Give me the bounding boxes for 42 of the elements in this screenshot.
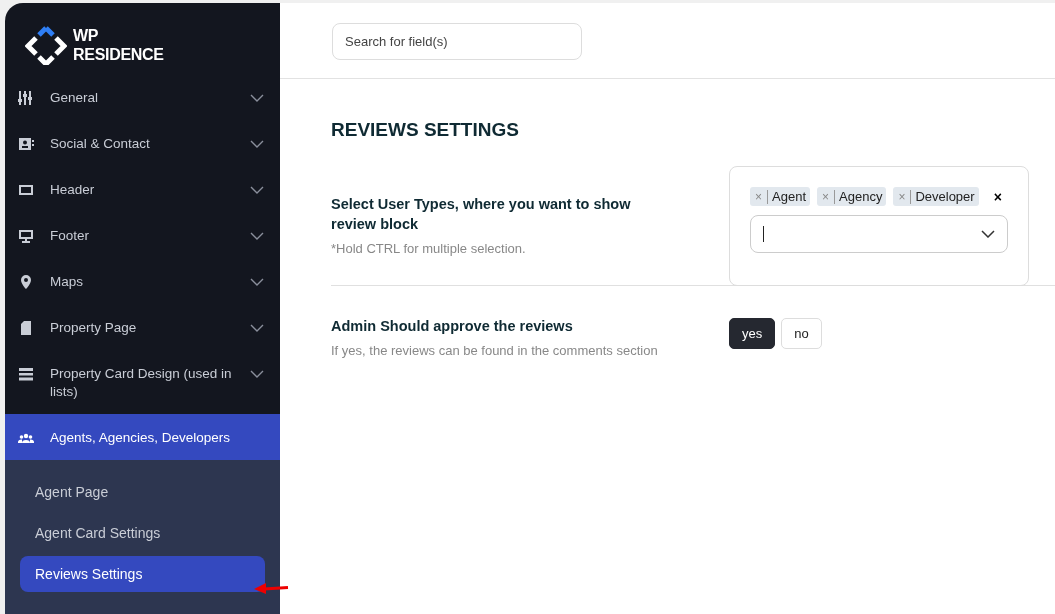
tag-chip: × Agent [750, 187, 810, 206]
setting-label: Admin Should approve the reviews [331, 317, 574, 336]
chevron-down-icon [250, 324, 264, 332]
tag-chip: × Developer [893, 187, 979, 206]
setting-label: Select User Types, where you want to show review block [331, 195, 632, 234]
menu-item[interactable]: Maps [5, 258, 280, 304]
menu-item[interactable]: Property Page [5, 304, 280, 350]
page-title: REVIEWS SETTINGS [331, 119, 520, 141]
menu-item[interactable]: Footer [5, 212, 280, 258]
submenu-item[interactable]: Agent Card Settings [20, 515, 265, 551]
menu-item[interactable]: General [5, 74, 280, 120]
monitor-icon [18, 228, 34, 244]
option-button[interactable]: yes [729, 318, 776, 349]
chevron-down-icon [250, 232, 264, 240]
chevron-down-icon [981, 230, 995, 238]
logo-icon [25, 25, 67, 65]
pin-icon [18, 274, 34, 290]
chevron-down-icon [250, 370, 264, 378]
submenu-item[interactable]: Reviews Settings [20, 556, 265, 592]
logo-text: WP RESIDENCE [73, 26, 164, 64]
menu-item[interactable]: Property Card Design (used in lists) [5, 350, 280, 414]
menu-item[interactable]: Social & Contact [5, 120, 280, 166]
option-button[interactable]: no [781, 318, 822, 349]
search-field[interactable]: Search for field(s) [332, 23, 582, 60]
laptop-icon [18, 182, 34, 198]
chevron-down-icon [250, 94, 264, 102]
contact-icon [18, 136, 34, 152]
bars-icon [18, 366, 34, 382]
setting-hint: *Hold CTRL for multiple selection. [331, 241, 527, 256]
chevron-down-icon [250, 140, 264, 148]
file-icon [18, 320, 34, 336]
submenu-item[interactable]: Agent Page [20, 474, 265, 510]
annotation-arrow [252, 582, 290, 594]
menu-item[interactable]: Header [5, 166, 280, 212]
chevron-down-icon [250, 278, 264, 286]
chevron-down-icon [250, 186, 264, 194]
tag-chip: × Agency [817, 187, 887, 206]
sliders-icon [18, 90, 34, 106]
clear-button[interactable]: × [993, 188, 1002, 205]
menu-item[interactable]: Agents, Agencies, Developers [5, 414, 280, 460]
select-field[interactable] [750, 215, 1008, 253]
setting-hint: If yes, the reviews can be found in the comments section [331, 343, 659, 358]
